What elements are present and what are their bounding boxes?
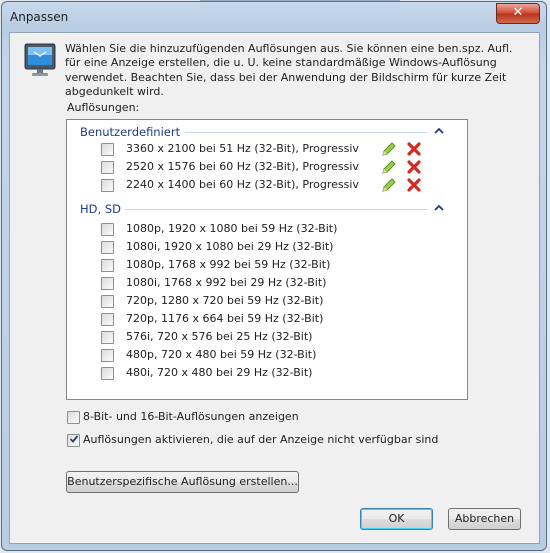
list-item-label: 576i, 720 x 576 bei 25 Hz (32-Bit) <box>126 330 313 343</box>
checkbox[interactable] <box>101 179 114 192</box>
collapse-chevron-icon[interactable] <box>433 126 445 136</box>
list-item-label: 480i, 720 x 480 bei 29 Hz (32-Bit) <box>126 366 313 379</box>
list-item-label: 720p, 1176 x 664 bei 59 Hz (32-Bit) <box>126 312 324 325</box>
list-item-label: 720p, 1280 x 720 bei 59 Hz (32-Bit) <box>126 294 324 307</box>
checkbox[interactable] <box>101 223 114 236</box>
resolutions-label: Auflösungen: <box>67 101 140 114</box>
intro-text: Wählen Sie die hinzuzufügenden Auflösung… <box>65 42 513 98</box>
list-item-label: 1080p, 1920 x 1080 bei 59 Hz (32-Bit) <box>126 222 338 235</box>
checkbox[interactable] <box>101 161 114 174</box>
group-divider <box>125 209 427 210</box>
list-item-label: 1080p, 1768 x 992 bei 59 Hz (32-Bit) <box>126 258 331 271</box>
resolution-list[interactable]: Benutzerdefiniert 3360 x 2100 bei 51 Hz … <box>66 119 468 400</box>
delete-icon[interactable] <box>407 160 421 174</box>
dialog-body: Wählen Sie die hinzuzufügenden Auflösung… <box>9 32 540 544</box>
checkbox[interactable] <box>101 143 114 156</box>
create-custom-resolution-button[interactable]: Benutzerspezifische Auflösung erstellen.… <box>66 471 299 493</box>
checkmark-icon <box>69 435 79 443</box>
delete-icon[interactable] <box>407 142 421 156</box>
checkbox[interactable] <box>101 277 114 290</box>
option-label: 8-Bit- und 16-Bit-Auflösungen anzeigen <box>83 410 299 423</box>
checkbox[interactable] <box>101 241 114 254</box>
title-bar: Anpassen ✕ <box>2 2 546 32</box>
list-item-label: 3360 x 2100 bei 51 Hz (32-Bit), Progress… <box>126 142 359 155</box>
list-item-label: 1080i, 1920 x 1080 bei 29 Hz (32-Bit) <box>126 240 334 253</box>
pencil-icon[interactable] <box>381 159 397 175</box>
delete-icon[interactable] <box>407 178 421 192</box>
group-divider <box>185 132 427 133</box>
list-item-label: 1080i, 1768 x 992 bei 29 Hz (32-Bit) <box>126 276 327 289</box>
checkbox[interactable] <box>67 411 80 424</box>
list-item-label: 480p, 720 x 480 bei 59 Hz (32-Bit) <box>126 348 317 361</box>
list-item-label: 2520 x 1576 bei 60 Hz (32-Bit), Progress… <box>126 160 359 173</box>
list-item-label: 2240 x 1400 bei 60 Hz (32-Bit), Progress… <box>126 178 359 191</box>
checkbox-checked[interactable] <box>67 434 80 447</box>
pencil-icon[interactable] <box>381 141 397 157</box>
cancel-button[interactable]: Abbrechen <box>448 508 521 530</box>
monitor-icon <box>24 43 56 76</box>
collapse-chevron-icon[interactable] <box>433 203 445 213</box>
ok-button[interactable]: OK <box>360 508 433 530</box>
checkbox[interactable] <box>101 331 114 344</box>
checkbox[interactable] <box>101 313 114 326</box>
group-header-custom: Benutzerdefiniert <box>80 125 181 139</box>
checkbox[interactable] <box>101 259 114 272</box>
window-title: Anpassen <box>10 10 69 24</box>
customize-dialog: Anpassen ✕ Wählen Sie die hinzuzufügende… <box>1 1 547 551</box>
checkbox[interactable] <box>101 295 114 308</box>
checkbox[interactable] <box>101 367 114 380</box>
checkbox[interactable] <box>101 349 114 362</box>
option-label: Auflösungen aktivieren, die auf der Anze… <box>83 433 439 446</box>
close-button[interactable]: ✕ <box>496 3 540 24</box>
group-header-hd-sd: HD, SD <box>80 202 121 216</box>
pencil-icon[interactable] <box>381 177 397 193</box>
